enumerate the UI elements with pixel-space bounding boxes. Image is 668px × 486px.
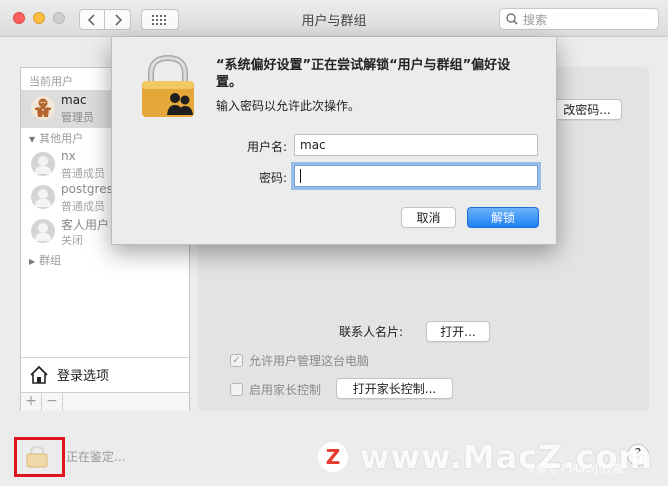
- groups-disclosure[interactable]: ▶ 群组: [29, 252, 61, 268]
- search-input[interactable]: 搜索: [499, 8, 659, 30]
- gingerbread-avatar-icon: [31, 96, 55, 120]
- default-user-avatar-icon: [31, 185, 55, 209]
- user-role: 普通成员: [61, 200, 105, 213]
- cancel-button[interactable]: 取消: [401, 207, 456, 228]
- user-name: postgres: [61, 182, 113, 196]
- change-password-button[interactable]: 改密码...: [552, 99, 622, 120]
- login-options-item[interactable]: 登录选项: [21, 357, 189, 391]
- watermark-logo: Z: [318, 442, 348, 472]
- unlock-button[interactable]: 解锁: [467, 207, 539, 228]
- auth-status-text: 正在鉴定...: [66, 450, 126, 464]
- lock-highlight-box: [14, 437, 65, 477]
- remove-user-button[interactable]: −: [42, 393, 63, 411]
- add-user-button[interactable]: +: [21, 393, 42, 411]
- sidebar-toolbar: + −: [21, 392, 189, 411]
- watermark-subtext: 头条号 / Mac小技能: [525, 462, 624, 475]
- house-icon: [30, 365, 48, 384]
- parental-controls-row: 启用家长控制: [230, 381, 321, 398]
- text-caret: [300, 169, 301, 183]
- user-role: 管理员: [61, 111, 94, 124]
- padlock-users-icon: [137, 54, 199, 122]
- disclosure-closed-icon: ▶: [29, 257, 36, 266]
- username-field[interactable]: mac: [294, 134, 538, 156]
- password-field[interactable]: [294, 165, 538, 187]
- allow-admin-row: ✓ 允许用户管理这台电脑: [230, 352, 369, 369]
- other-users-header-label: 其他用户: [39, 132, 84, 145]
- title-bar: 用户与群组 搜索: [0, 0, 668, 37]
- default-user-avatar-icon: [31, 152, 55, 176]
- username-value: mac: [300, 138, 326, 152]
- user-role: 关闭: [61, 234, 83, 247]
- search-placeholder: 搜索: [523, 12, 548, 27]
- open-parental-controls-button[interactable]: 打开家长控制...: [336, 378, 453, 399]
- login-options-label: 登录选项: [57, 369, 110, 384]
- open-contact-card-button[interactable]: 打开...: [426, 321, 490, 342]
- current-users-header: 当前用户: [29, 75, 73, 88]
- allow-admin-label: 允许用户管理这台电脑: [249, 354, 370, 368]
- parental-controls-label: 启用家长控制: [249, 383, 322, 397]
- disclosure-open-icon: ▼: [29, 135, 36, 144]
- contact-card-label: 联系人名片:: [339, 325, 404, 339]
- auth-dialog: “系统偏好设置”正在尝试解锁“用户与群组”偏好设置。 输入密码以允许此次操作。 …: [111, 37, 557, 245]
- guest-avatar-icon: [31, 219, 55, 243]
- parental-controls-checkbox[interactable]: [230, 383, 243, 396]
- username-label: 用户名:: [246, 140, 287, 154]
- dialog-title: “系统偏好设置”正在尝试解锁“用户与群组”偏好设置。: [216, 58, 511, 90]
- user-name: nx: [61, 149, 76, 163]
- allow-admin-checkbox[interactable]: ✓: [230, 354, 243, 367]
- groups-label: 群组: [39, 254, 62, 267]
- other-users-header: ▼ 其他用户: [29, 130, 83, 146]
- dialog-message: 输入密码以允许此次操作。: [216, 99, 361, 113]
- user-name: 客人用户: [61, 218, 110, 232]
- search-icon: [506, 13, 518, 25]
- user-name: mac: [61, 93, 87, 107]
- password-label: 密码:: [258, 171, 287, 185]
